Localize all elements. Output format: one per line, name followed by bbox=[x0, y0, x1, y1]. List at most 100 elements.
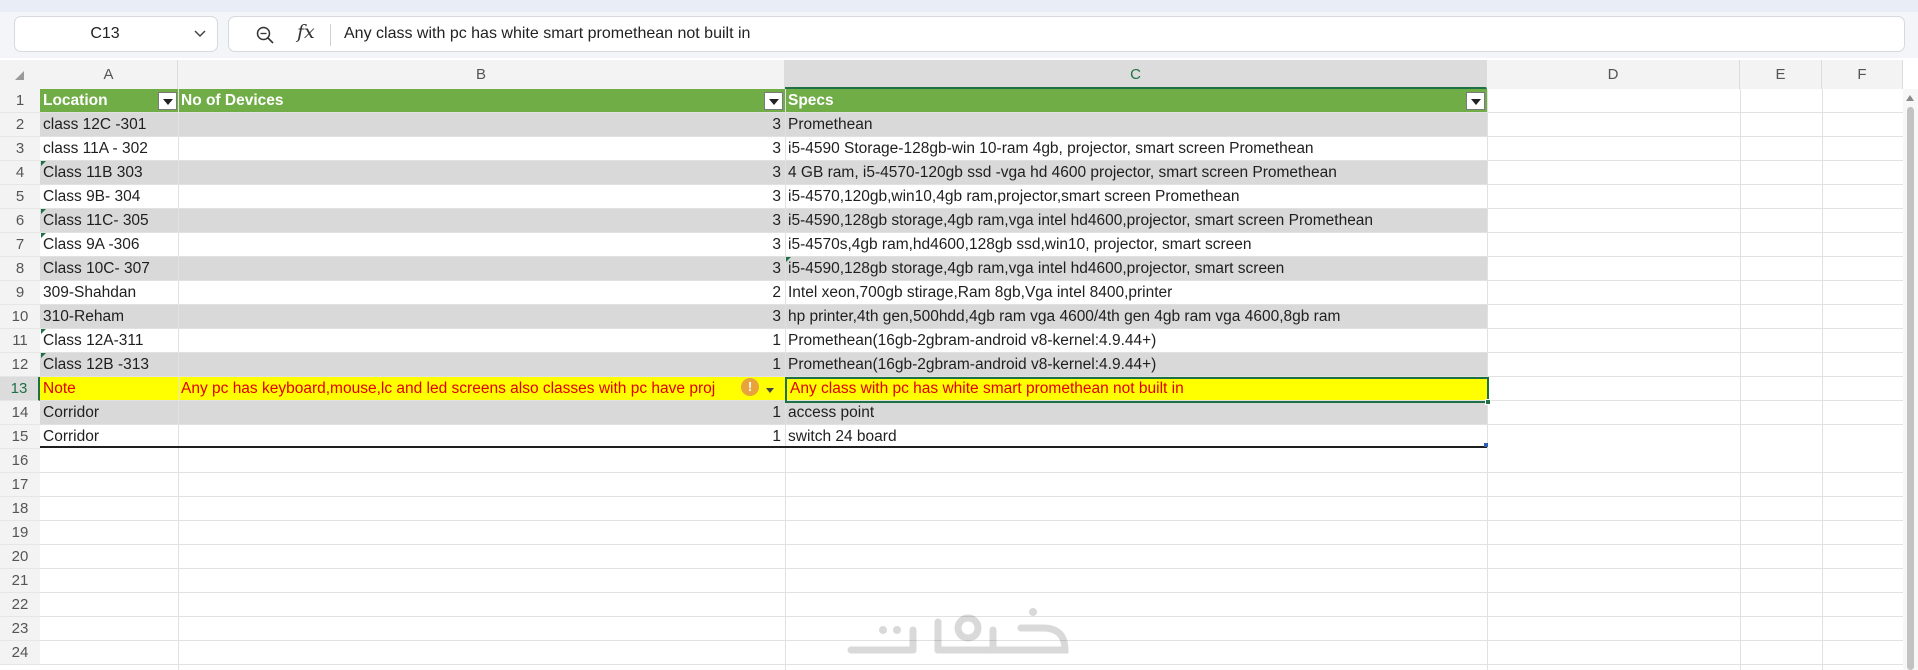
table-cell-devices[interactable]: 3 bbox=[178, 185, 785, 209]
column-header-c[interactable]: C bbox=[785, 60, 1487, 89]
header-cell-location[interactable]: Location bbox=[40, 89, 156, 113]
row-header-22[interactable]: 22 bbox=[0, 593, 40, 617]
column-header-a[interactable]: A bbox=[40, 60, 178, 89]
table-resize-handle[interactable] bbox=[1484, 443, 1488, 447]
row-header-10[interactable]: 10 bbox=[0, 305, 40, 329]
formula-bar[interactable]: fx Any class with pc has white smart pro… bbox=[228, 16, 1905, 52]
note-cell-label[interactable]: Note bbox=[40, 377, 178, 401]
table-cell-specs[interactable]: Promethean(16gb-2gbram-android v8-kernel… bbox=[785, 353, 1487, 377]
row-header-8[interactable]: 8 bbox=[0, 257, 40, 281]
table-cell-specs[interactable]: Intel xeon,700gb stirage,Ram 8gb,Vga int… bbox=[785, 281, 1487, 305]
table-cell-location[interactable]: 309-Shahdan bbox=[40, 281, 178, 305]
row-header-21[interactable]: 21 bbox=[0, 569, 40, 593]
row-header-5[interactable]: 5 bbox=[0, 185, 40, 209]
table-cell-location[interactable]: Class 12B -313 bbox=[40, 353, 178, 377]
row-header-6[interactable]: 6 bbox=[0, 209, 40, 233]
cell-error-indicator[interactable] bbox=[41, 209, 46, 214]
header-cell-devices[interactable]: No of Devices bbox=[178, 89, 758, 113]
spreadsheet-grid[interactable]: A B C D E F 1 2 3 4 5 6 7 8 9 10 11 12 1… bbox=[0, 60, 1918, 670]
warning-icon[interactable]: ! bbox=[741, 378, 759, 396]
row-header-13[interactable]: 13 bbox=[0, 377, 40, 401]
row-header-12[interactable]: 12 bbox=[0, 353, 40, 377]
select-all-corner[interactable] bbox=[0, 60, 40, 89]
filter-dropdown-icon[interactable] bbox=[1466, 92, 1485, 110]
scrollbar-thumb[interactable] bbox=[1907, 107, 1914, 670]
table-cell-location[interactable]: Class 11B 303 bbox=[40, 161, 178, 185]
cell-error-indicator[interactable] bbox=[41, 353, 46, 358]
table-cell-location[interactable]: Corridor bbox=[40, 401, 178, 425]
table-cell-devices[interactable]: 1 bbox=[178, 353, 785, 377]
cell-error-indicator[interactable] bbox=[41, 161, 46, 166]
filter-dropdown-icon[interactable] bbox=[764, 92, 783, 110]
gridline bbox=[40, 592, 1910, 593]
row-header-9[interactable]: 9 bbox=[0, 281, 40, 305]
table-cell-location[interactable]: 310-Reham bbox=[40, 305, 178, 329]
row-header-1[interactable]: 1 bbox=[0, 89, 40, 113]
table-cell-specs[interactable]: i5-4590,128gb storage,4gb ram,vga intel … bbox=[785, 257, 1487, 281]
row-header-18[interactable]: 18 bbox=[0, 497, 40, 521]
table-bottom-border bbox=[40, 446, 1487, 448]
row-header-11[interactable]: 11 bbox=[0, 329, 40, 353]
header-cell-specs[interactable]: Specs bbox=[785, 89, 1465, 113]
chevron-down-icon[interactable] bbox=[766, 388, 774, 393]
table-cell-specs[interactable]: i5-4590 Storage-128gb-win 10-ram 4gb, pr… bbox=[785, 137, 1487, 161]
table-cell-specs[interactable]: Promethean(16gb-2gbram-android v8-kernel… bbox=[785, 329, 1487, 353]
row-header-19[interactable]: 19 bbox=[0, 521, 40, 545]
note-cell-text[interactable]: Any pc has keyboard,mouse,lc and led scr… bbox=[178, 377, 736, 401]
table-cell-devices[interactable]: 3 bbox=[178, 161, 785, 185]
cell-error-indicator[interactable] bbox=[41, 329, 46, 334]
gridline bbox=[40, 472, 1910, 473]
table-cell-devices[interactable]: 3 bbox=[178, 233, 785, 257]
column-header-e[interactable]: E bbox=[1740, 60, 1822, 89]
table-cell-devices[interactable]: 1 bbox=[178, 329, 785, 353]
table-cell-devices[interactable]: 3 bbox=[178, 257, 785, 281]
table-cell-location[interactable]: Class 9A -306 bbox=[40, 233, 178, 257]
row-header-17[interactable]: 17 bbox=[0, 473, 40, 497]
table-cell-devices[interactable]: 3 bbox=[178, 113, 785, 137]
table-cell-location[interactable]: Class 9B- 304 bbox=[40, 185, 178, 209]
table-cell-devices[interactable]: 2 bbox=[178, 281, 785, 305]
table-cell-devices[interactable]: 1 bbox=[178, 401, 785, 425]
select-all-icon bbox=[15, 71, 24, 80]
fill-handle[interactable] bbox=[1485, 399, 1491, 405]
table-cell-location[interactable]: class 11A - 302 bbox=[40, 137, 178, 161]
row-header-7[interactable]: 7 bbox=[0, 233, 40, 257]
name-box-value: C13 bbox=[90, 25, 120, 42]
row-header-4[interactable]: 4 bbox=[0, 161, 40, 185]
table-cell-specs[interactable]: i5-4570s,4gb ram,hd4600,128gb ssd,win10,… bbox=[785, 233, 1487, 257]
filter-dropdown-icon[interactable] bbox=[158, 92, 177, 110]
row-header-14[interactable]: 14 bbox=[0, 401, 40, 425]
table-cell-devices[interactable]: 3 bbox=[178, 305, 785, 329]
chevron-down-icon[interactable] bbox=[193, 26, 207, 40]
row-header-24[interactable]: 24 bbox=[0, 641, 40, 665]
row-header-23[interactable]: 23 bbox=[0, 617, 40, 641]
magnifier-icon[interactable] bbox=[255, 25, 275, 45]
column-header-f[interactable]: F bbox=[1822, 60, 1903, 89]
table-cell-specs[interactable]: i5-4590,128gb storage,4gb ram,vga intel … bbox=[785, 209, 1487, 233]
table-cell-location[interactable]: class 12C -301 bbox=[40, 113, 178, 137]
name-box[interactable]: C13 bbox=[14, 16, 218, 52]
column-header-d[interactable]: D bbox=[1487, 60, 1740, 89]
table-cell-specs[interactable]: i5-4570,120gb,win10,4gb ram,projector,sm… bbox=[785, 185, 1487, 209]
row-header-15[interactable]: 15 bbox=[0, 425, 40, 449]
table-cell-location[interactable]: Class 10C- 307 bbox=[40, 257, 178, 281]
row-header-2[interactable]: 2 bbox=[0, 113, 40, 137]
table-cell-specs[interactable]: Promethean bbox=[785, 113, 1487, 137]
table-cell-location[interactable]: Class 12A-311 bbox=[40, 329, 178, 353]
scroll-up-icon[interactable] bbox=[1906, 95, 1914, 101]
fx-icon[interactable]: fx bbox=[297, 21, 315, 43]
table-cell-specs[interactable]: access point bbox=[785, 401, 1487, 425]
row-header-3[interactable]: 3 bbox=[0, 137, 40, 161]
table-cell-specs[interactable]: 4 GB ram, i5-4570-120gb ssd -vga hd 4600… bbox=[785, 161, 1487, 185]
formula-bar-content[interactable]: Any class with pc has white smart promet… bbox=[344, 17, 750, 51]
table-cell-devices[interactable]: 3 bbox=[178, 209, 785, 233]
table-cell-location[interactable]: Class 11C- 305 bbox=[40, 209, 178, 233]
cell-error-indicator[interactable] bbox=[786, 257, 791, 262]
row-header-20[interactable]: 20 bbox=[0, 545, 40, 569]
row-header-16[interactable]: 16 bbox=[0, 449, 40, 473]
cell-error-indicator[interactable] bbox=[41, 233, 46, 238]
column-header-b[interactable]: B bbox=[178, 60, 785, 89]
table-cell-specs[interactable]: hp printer,4th gen,500hdd,4gb ram vga 46… bbox=[785, 305, 1487, 329]
table-cell-devices[interactable]: 3 bbox=[178, 137, 785, 161]
gridline bbox=[40, 544, 1910, 545]
